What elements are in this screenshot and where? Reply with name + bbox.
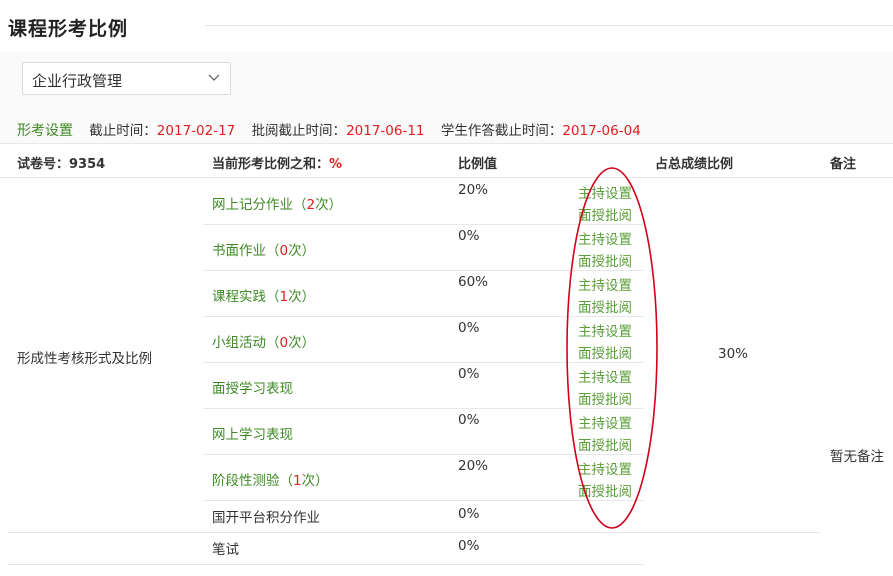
table-row-name[interactable]: 书面作业（0次）	[212, 239, 315, 259]
face-review-link[interactable]: 面授批阅	[578, 296, 632, 316]
host-settings-link[interactable]: 主持设置	[578, 458, 632, 478]
table-row-value: 0%	[458, 228, 480, 244]
tab-exam-settings[interactable]: 形考设置	[17, 123, 73, 139]
table-row-name[interactable]: 面授学习表现	[212, 377, 293, 397]
row-divider	[203, 224, 643, 225]
table-row-name[interactable]: 课程实践（1次）	[212, 285, 315, 305]
row-count-open: （	[266, 289, 280, 305]
table-row-value: 0%	[458, 506, 480, 522]
student-deadline-value: 2017-06-04	[562, 123, 641, 139]
row-count: 1	[293, 473, 302, 489]
face-review-link[interactable]: 面授批阅	[578, 342, 632, 362]
table-row-name[interactable]: 网上学习表现	[212, 423, 293, 443]
face-review-link[interactable]: 面授批阅	[578, 204, 632, 224]
row-count: 0	[279, 335, 289, 351]
row-count-close: 次）	[288, 289, 316, 305]
row-divider	[8, 532, 820, 533]
table-row-name: 国开平台积分作业	[212, 506, 320, 526]
review-deadline-value: 2017-06-11	[346, 123, 425, 139]
face-review-link[interactable]: 面授批阅	[578, 250, 632, 270]
title-divider	[205, 25, 893, 26]
row-count: 1	[279, 289, 289, 305]
row-count-open: （	[279, 473, 294, 489]
row-count-close: 次）	[315, 197, 343, 213]
table-row-value: 0%	[458, 412, 480, 428]
row-divider	[203, 454, 643, 455]
row-count-open: （	[266, 243, 280, 259]
course-select[interactable]: 企业行政管理	[22, 62, 231, 95]
face-review-link[interactable]: 面授批阅	[578, 480, 632, 500]
host-settings-link[interactable]: 主持设置	[578, 274, 632, 294]
row-divider	[203, 316, 643, 317]
row-count-close: 次）	[301, 473, 329, 489]
row-name-label: 课程实践	[212, 289, 266, 305]
row-divider	[203, 270, 643, 271]
course-select-value: 企业行政管理	[32, 72, 123, 90]
review-deadline-label: 批阅截止时间：	[251, 123, 347, 139]
face-review-link[interactable]: 面授批阅	[578, 388, 632, 408]
row-count: 0	[279, 243, 289, 259]
group-label: 形成性考核形式及比例	[17, 351, 152, 367]
host-settings-link[interactable]: 主持设置	[578, 412, 632, 432]
host-settings-link[interactable]: 主持设置	[578, 228, 632, 248]
total-ratio-value: 30%	[718, 346, 749, 362]
deadline-value: 2017-02-17	[156, 123, 236, 139]
row-divider	[203, 500, 643, 501]
header-divider	[0, 177, 893, 178]
row-name-label: 面授学习表现	[212, 381, 293, 397]
table-row-name[interactable]: 阶段性测验（1次）	[212, 469, 329, 489]
page-title: 课程形考比例	[8, 18, 129, 40]
table-row-value: 0%	[458, 366, 480, 382]
column-header-paper: 试卷号：9354	[17, 157, 106, 172]
column-header-sum-pct: %	[329, 157, 343, 172]
table-row-value: 60%	[458, 274, 489, 290]
note-value: 暂无备注	[830, 449, 884, 465]
host-settings-link[interactable]: 主持设置	[578, 366, 632, 386]
column-header-note: 备注	[830, 157, 857, 172]
row-name-label: 书面作业	[212, 243, 266, 259]
row-name-label: 国开平台积分作业	[212, 510, 320, 526]
row-count: 2	[306, 197, 316, 213]
row-divider	[8, 564, 643, 565]
row-name-label: 小组活动	[212, 335, 266, 351]
row-divider	[203, 362, 643, 363]
table-top-border	[0, 143, 893, 144]
host-settings-link[interactable]: 主持设置	[578, 182, 632, 202]
ratio-table: 试卷号：9354 当前形考比例之和：% 比例值 占总成绩比例 备注 形成性考核形…	[0, 143, 893, 576]
table-row-name[interactable]: 小组活动（0次）	[212, 331, 315, 351]
table-row-name: 笔试	[212, 538, 239, 558]
table-row-value: 20%	[458, 182, 489, 198]
row-count-close: 次）	[288, 335, 316, 351]
deadline-info: 形考设置 截止时间：2017-02-17 批阅截止时间：2017-06-11 学…	[17, 119, 653, 140]
row-name-label: 网上学习表现	[212, 427, 293, 443]
table-row-name[interactable]: 网上记分作业（2次）	[212, 193, 342, 213]
face-review-link[interactable]: 面授批阅	[578, 434, 632, 454]
column-header-sum-label: 当前形考比例之和：	[212, 157, 330, 172]
table-row-value: 0%	[458, 320, 480, 336]
row-name-label: 网上记分作业	[212, 197, 293, 213]
title-bar: 课程形考比例	[0, 0, 893, 52]
row-name-label: 笔试	[212, 542, 239, 558]
row-divider	[203, 408, 643, 409]
table-row-value: 0%	[458, 538, 480, 554]
row-count-close: 次）	[288, 243, 316, 259]
table-row-value: 20%	[458, 458, 489, 474]
column-header-sum: 当前形考比例之和：%	[212, 153, 342, 172]
row-name-label: 阶段性测验	[212, 473, 280, 489]
student-deadline-label: 学生作答截止时间：	[440, 123, 563, 139]
deadline-label: 截止时间：	[89, 123, 157, 139]
row-count-open: （	[266, 335, 280, 351]
host-settings-link[interactable]: 主持设置	[578, 320, 632, 340]
chevron-down-icon	[208, 74, 220, 81]
column-header-total: 占总成绩比例	[655, 157, 734, 172]
column-header-ratio: 比例值	[458, 157, 498, 172]
row-count-open: （	[293, 197, 307, 213]
